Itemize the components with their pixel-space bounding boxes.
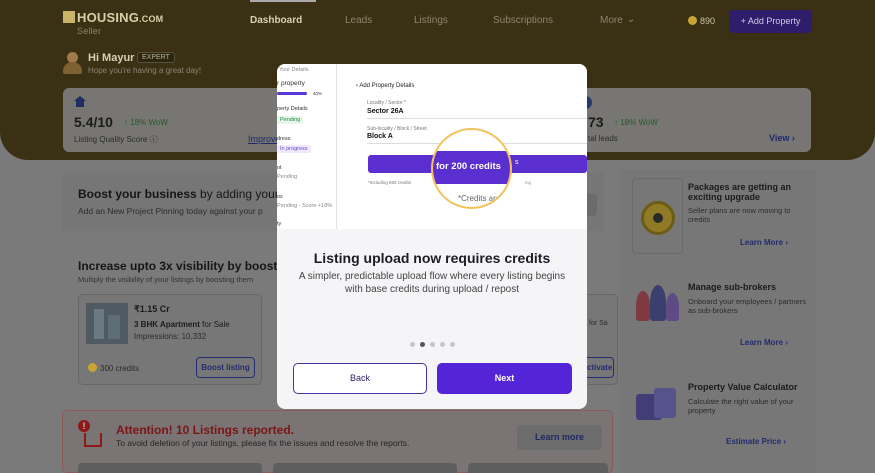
- preview-value: Sector 26A: [367, 108, 404, 115]
- carousel-dots: [408, 342, 458, 348]
- back-button[interactable]: Back: [293, 363, 427, 394]
- preview-value: Block A: [367, 133, 393, 140]
- credits-info-modal: Your Details r property 40% perty Detail…: [277, 64, 587, 409]
- preview-note: *Including 890 credits: [368, 180, 412, 185]
- carousel-dot[interactable]: [440, 342, 445, 347]
- feature-preview-image: Your Details r property 40% perty Detail…: [277, 64, 587, 229]
- magnifier-callout: for 200 credits *Credits are: [431, 128, 512, 209]
- carousel-dot[interactable]: [450, 342, 455, 347]
- carousel-dot[interactable]: [410, 342, 415, 347]
- carousel-dot[interactable]: [430, 342, 435, 347]
- carousel-dot-active[interactable]: [420, 342, 425, 347]
- preview-label: Locality / Sector *: [367, 100, 406, 106]
- next-button[interactable]: Next: [437, 363, 572, 394]
- preview-header: ‹ Add Property Details: [356, 83, 415, 89]
- preview-sidebar: Your Details r property 40% perty Detail…: [277, 64, 337, 229]
- magnified-button: for 200 credits: [433, 151, 510, 184]
- modal-title: Listing upload now requires credits: [313, 250, 551, 266]
- magnified-note: *Credits are: [458, 194, 501, 203]
- preview-note-2: ing: [525, 180, 532, 185]
- preview-divider: [367, 118, 587, 119]
- preview-label: Sub-locality / Block / Street: [367, 126, 427, 132]
- modal-subtitle: A simpler, predictable upload flow where…: [298, 271, 566, 295]
